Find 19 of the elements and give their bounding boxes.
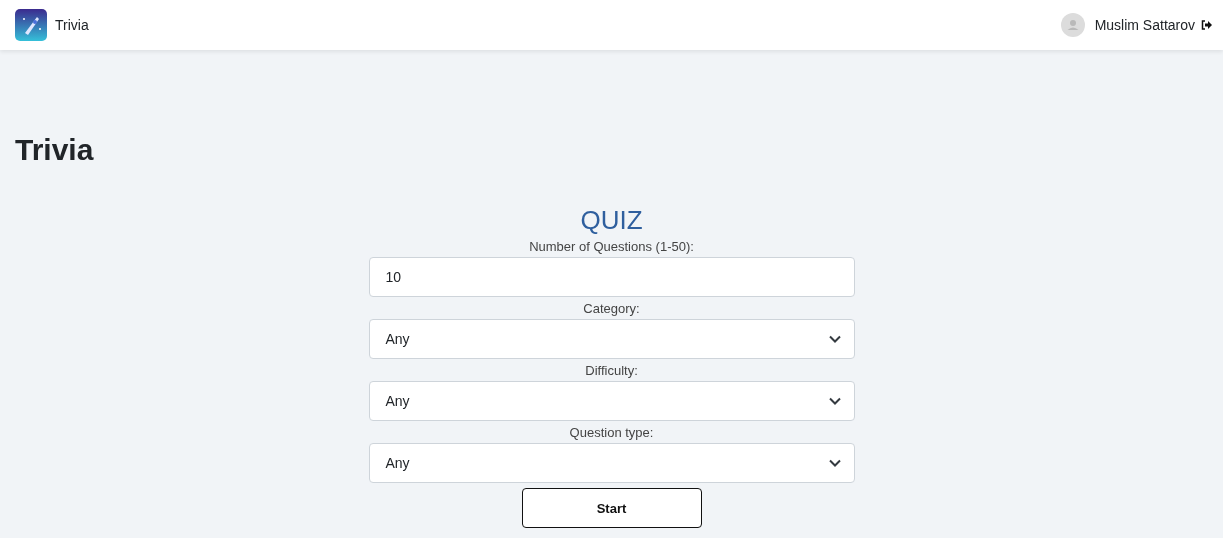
logout-icon[interactable] — [1201, 20, 1212, 30]
avatar-icon — [1060, 13, 1085, 37]
input-field[interactable]: 10 — [368, 257, 855, 297]
dropdown[interactable]: Any — [368, 443, 855, 483]
app-logo-icon[interactable] — [15, 9, 47, 41]
field-label: Difficulty: — [585, 363, 638, 378]
dropdown[interactable]: Any — [368, 381, 855, 421]
quiz-title: QUIZ — [580, 205, 643, 235]
start-button[interactable]: Start — [521, 488, 702, 528]
chevron-down-icon — [828, 397, 841, 405]
chevron-down-icon — [828, 335, 841, 343]
field-label: Category: — [583, 301, 640, 316]
dropdown[interactable]: Any — [368, 319, 855, 359]
field-label: Question type: — [569, 425, 654, 440]
chevron-down-icon — [828, 459, 841, 467]
user-name: Muslim Sattarov — [1094, 17, 1195, 33]
field-label: Number of Questions (1-50): — [529, 239, 694, 254]
app-name[interactable]: Trivia — [55, 17, 89, 33]
page-title: Trivia — [15, 132, 94, 168]
